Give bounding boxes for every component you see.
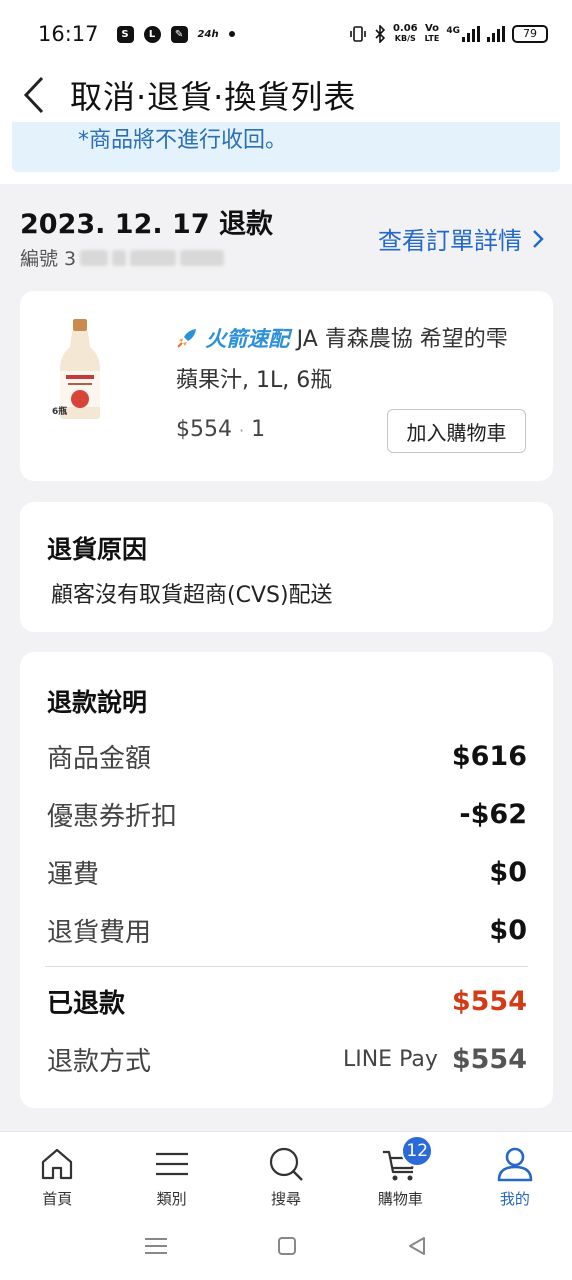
product-badge: 6瓶: [52, 407, 68, 417]
separator-dot: ·: [239, 421, 245, 440]
order-date-status: 2023. 12. 17 退款: [20, 209, 274, 240]
notification-icons: S L ✎ 24h: [116, 25, 235, 43]
product-card[interactable]: 6瓶 火箭速配 JA 青森農協 希望的雫 蘋果汁, 1L, 6瓶 $554 · …: [20, 291, 553, 481]
square-icon: [278, 1236, 296, 1255]
signal-4g: 4G: [446, 26, 480, 42]
refund-method-value: LINE Pay $554: [343, 1044, 527, 1075]
signal-icon: [462, 26, 480, 42]
nav-label: 購物車: [377, 1190, 423, 1208]
nav-label: 我的: [499, 1190, 530, 1208]
product-price: $554: [176, 417, 232, 442]
nav-search[interactable]: 搜尋: [229, 1132, 343, 1215]
notice-banner: *商品將不進行收回。: [12, 122, 560, 172]
notice-text: *商品將不進行收回。: [78, 128, 288, 153]
nav-cart[interactable]: 12 購物車: [343, 1132, 457, 1215]
search-icon: [266, 1144, 306, 1184]
more-notifications-icon: [228, 31, 235, 37]
order-detail-link[interactable]: 查看訂單詳情: [378, 221, 544, 256]
chevron-right-icon: [533, 229, 544, 248]
refund-method-label: 退款方式: [47, 1047, 152, 1077]
refunded-label: 已退款: [47, 989, 126, 1019]
notice-area: *商品將不進行收回。: [0, 122, 572, 184]
system-icons: 0.06 KB/S Vo LTE 4G 79: [349, 24, 548, 44]
row-amount: -$62: [459, 799, 527, 830]
vibrate-icon: [350, 26, 366, 42]
redacted-number: [130, 249, 177, 266]
reason-title: 退貨原因: [47, 535, 148, 564]
refund-row: 優惠券折扣 -$62: [47, 796, 527, 833]
system-navigation: [0, 1215, 572, 1280]
nav-home[interactable]: 首頁: [0, 1132, 114, 1215]
refund-details-card: 退款說明 商品金額 $616 優惠券折扣 -$62 運費 $0 退貨費用 $0 …: [20, 652, 553, 1108]
row-label: 運費: [47, 860, 100, 890]
return-reason-card: 退貨原因 顧客沒有取貨超商(CVS)配送: [20, 502, 553, 632]
home-icon: [37, 1144, 77, 1184]
refunded-amount: $554: [451, 986, 527, 1017]
reason-text: 顧客沒有取貨超商(CVS)配送: [51, 583, 333, 608]
bottom-navigation: 首頁 類別 搜尋 12 購物車 我的: [0, 1131, 572, 1215]
refund-method-row: 退款方式 LINE Pay $554: [47, 1041, 527, 1078]
refund-title: 退款說明: [47, 688, 148, 717]
payment-method-name: LINE Pay: [342, 1047, 438, 1072]
row-amount: $616: [451, 741, 527, 772]
page-title: 取消·退貨·換貨列表: [70, 78, 357, 116]
rocket-delivery-tag: 火箭速配: [176, 327, 297, 351]
status-bar: 16:17 S L ✎ 24h 0.06 KB/S Vo LTE 4G 79: [0, 0, 572, 68]
nav-label: 搜尋: [271, 1190, 302, 1208]
add-to-cart-button[interactable]: 加入購物車: [387, 409, 526, 453]
row-label: 退貨費用: [47, 918, 152, 948]
back-button[interactable]: [0, 68, 68, 122]
battery-icon: 79: [512, 25, 548, 43]
recent-apps-button[interactable]: [145, 1236, 167, 1260]
home-button[interactable]: [277, 1236, 297, 1260]
refund-row: 運費 $0: [47, 854, 527, 891]
chevron-left-icon: [23, 76, 44, 114]
nav-account[interactable]: 我的: [458, 1132, 572, 1215]
rocket-icon: [177, 329, 196, 348]
payment-method-amount: $554: [451, 1044, 527, 1075]
user-icon: [495, 1144, 535, 1184]
redacted-number: [80, 249, 109, 266]
note-icon: ✎: [170, 25, 188, 43]
shopee-icon: S: [116, 25, 134, 43]
refunded-total-row: 已退款 $554: [47, 983, 527, 1020]
menu-icon: [152, 1144, 192, 1184]
volte-indicator: Vo LTE: [424, 23, 440, 44]
order-number-label: 編號 3: [20, 248, 77, 270]
refund-row: 退貨費用 $0: [47, 912, 527, 949]
menu-lines-icon: [145, 1237, 167, 1254]
row-amount: $0: [489, 915, 527, 946]
signal-icon-2: [487, 26, 505, 42]
refund-row: 商品金額 $616: [47, 738, 527, 775]
redacted-number: [112, 249, 127, 266]
triangle-back-icon: [409, 1236, 425, 1255]
order-number: 編號 3: [20, 244, 225, 271]
bluetooth-icon: [375, 25, 386, 43]
app-24h-icon: 24h: [197, 28, 219, 40]
back-system-button[interactable]: [407, 1236, 427, 1260]
nav-categories[interactable]: 類別: [114, 1132, 228, 1215]
product-title[interactable]: 火箭速配 JA 青森農協 希望的雫 蘋果汁, 1L, 6瓶: [176, 319, 536, 401]
order-detail-label: 查看訂單詳情: [378, 227, 522, 255]
page-header: 取消·退貨·換貨列表: [0, 68, 572, 122]
divider: [45, 966, 528, 967]
redacted-number: [180, 249, 225, 266]
line-icon: L: [143, 25, 161, 43]
row-label: 商品金額: [47, 744, 152, 774]
product-price-qty: $554 · 1: [176, 417, 265, 442]
network-speed: 0.06 KB/S: [392, 23, 418, 44]
cart-count-badge: 12: [401, 1135, 434, 1167]
status-time: 16:17: [38, 22, 99, 46]
row-amount: $0: [489, 857, 527, 888]
row-label: 優惠券折扣: [47, 802, 178, 832]
nav-label: 首頁: [42, 1190, 73, 1208]
nav-label: 類別: [156, 1190, 187, 1208]
product-quantity: 1: [251, 417, 266, 442]
